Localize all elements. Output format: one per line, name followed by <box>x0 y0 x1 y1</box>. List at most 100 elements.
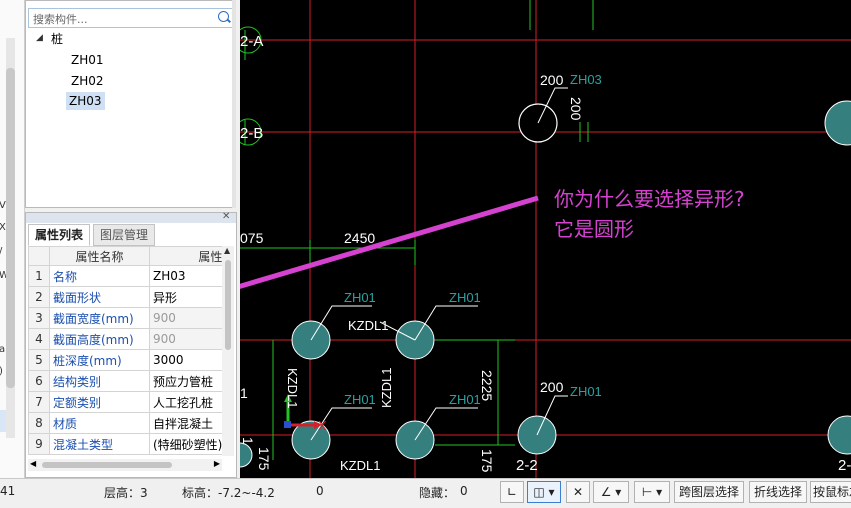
property-value[interactable]: 人工挖孔桩 <box>148 391 227 413</box>
row-index: 8 <box>28 412 50 434</box>
beam-label-kzdl1: KZDL1 <box>340 458 380 473</box>
property-horizontal-scrollbar[interactable]: ◀ ▶ <box>28 459 222 471</box>
elevation: 标高：-7.2~-4.2 <box>182 486 275 500</box>
row-index: 6 <box>28 370 50 392</box>
coordinate-readout: 41 <box>0 484 16 498</box>
dim-075: 075 <box>240 230 264 246</box>
close-icon[interactable]: ✕ <box>222 211 230 222</box>
property-vertical-scrollbar[interactable]: ▲ <box>222 246 234 456</box>
row-index: 1 <box>28 265 50 287</box>
tree-item-zh01[interactable]: ZH01 <box>68 51 107 69</box>
tab-property-list[interactable]: 属性列表 <box>28 224 91 246</box>
property-panel-header[interactable] <box>26 213 236 223</box>
table-row[interactable]: 5 桩深度(mm) 3000 <box>28 349 227 371</box>
property-name: 截面宽度(mm) <box>49 307 150 329</box>
leader-lines <box>310 87 568 441</box>
search-input[interactable] <box>31 10 215 28</box>
property-value[interactable]: (特细砂塑性) <box>148 433 227 455</box>
side-letter: a <box>0 344 6 355</box>
pile-label-zh01: ZH01 <box>449 392 481 407</box>
row-index: 3 <box>28 307 50 329</box>
dynamic-input-icon[interactable]: ⊢ ▾ <box>634 481 670 503</box>
row-index: 2 <box>28 286 50 308</box>
table-row[interactable]: 3 截面宽度(mm) 900 <box>28 307 227 329</box>
table-header-row: 属性名称 属性 <box>28 246 227 266</box>
index-header <box>28 246 50 266</box>
table-row[interactable]: 6 结构类别 预应力管桩 <box>28 370 227 392</box>
dim-175-left: 175 <box>256 447 272 471</box>
axis-x-label: X <box>318 418 327 433</box>
property-name: 结构类别 <box>49 370 150 392</box>
scroll-thumb[interactable] <box>42 462 172 468</box>
table-row[interactable]: 2 截面形状 异形 <box>28 286 227 308</box>
ortho-mode-icon[interactable]: ∟ <box>500 481 524 503</box>
pile-label-zh01: ZH01 <box>344 290 376 305</box>
property-value[interactable]: ZH03 <box>148 265 227 287</box>
polyline-select-button[interactable]: 折线选择 <box>749 481 807 503</box>
dim-200-lower: 200 <box>540 379 564 395</box>
floor-height: 层高：3 <box>104 486 148 500</box>
property-name: 材质 <box>49 412 150 434</box>
property-value[interactable]: 自拌混凝土 <box>148 412 227 434</box>
property-name: 名称 <box>49 265 150 287</box>
collapse-arrow-icon[interactable]: ◢ <box>36 33 43 43</box>
dim-2225: 2225 <box>479 370 495 401</box>
side-letter: V <box>0 200 6 211</box>
table-row[interactable]: 7 定额类别 人工挖孔桩 <box>28 391 227 413</box>
left-selection-marker <box>0 410 6 432</box>
scroll-left-icon[interactable]: ◀ <box>30 459 36 468</box>
pile-group <box>240 100 851 468</box>
property-name: 定额类别 <box>49 391 150 413</box>
table-row[interactable]: 8 材质 自拌混凝土 <box>28 412 227 434</box>
pile-label-zh01: ZH01 <box>344 392 376 407</box>
pile-left-edge <box>240 442 253 468</box>
property-value[interactable]: 预应力管桩 <box>148 370 227 392</box>
dim-200: 200 <box>540 72 564 88</box>
scroll-thumb[interactable] <box>225 260 231 350</box>
search-box[interactable] <box>28 8 234 28</box>
hidden-count: 0 <box>460 484 468 498</box>
cross-layer-select-button[interactable]: 跨图层选择 <box>674 481 744 503</box>
row-index: 9 <box>28 433 50 455</box>
column-header-name: 属性名称 <box>49 246 150 266</box>
dim-175: 175 <box>479 449 495 473</box>
cross-select-icon[interactable]: ✕ <box>566 481 590 503</box>
beam-label-kzdl1-vertical: KZDL1 <box>379 368 394 408</box>
beam-label-kzdl1-left: KZDL1 <box>285 368 300 408</box>
grid-label-2a: 2-A <box>240 33 263 50</box>
tree-root-pile[interactable]: 桩 <box>48 30 66 48</box>
scroll-up-icon[interactable]: ▲ <box>224 246 230 255</box>
tree-item-zh02[interactable]: ZH02 <box>68 72 107 90</box>
pile-label-zh01: ZH01 <box>570 384 602 399</box>
scroll-right-icon[interactable]: ▶ <box>214 459 220 468</box>
grid-label-2-2: 2-2 <box>516 457 538 474</box>
status-zero: 0 <box>316 484 324 498</box>
column-header-value: 属性 <box>148 246 227 266</box>
property-table: 属性名称 属性 1 名称 ZH03 2 截面形状 异形 3 截面宽度(mm) 9… <box>28 246 227 455</box>
annotation-line-1: 你为什么要选择异形? <box>554 187 745 211</box>
side-letter: ) <box>0 366 3 377</box>
object-snap-icon[interactable]: ◫ ▾ <box>527 481 561 503</box>
annotation-line-2: 它是圆形 <box>554 217 634 241</box>
cad-canvas[interactable]: 2-A 2-B 2-2 2- 2450 075 2225 175 175 200… <box>240 0 851 478</box>
tree-item-zh03[interactable]: ZH03 <box>66 92 105 110</box>
table-row[interactable]: 4 截面高度(mm) 900 <box>28 328 227 350</box>
tab-layer-management[interactable]: 图层管理 <box>93 224 156 246</box>
hidden-label: 隐藏： <box>419 486 456 500</box>
side-letter: / <box>0 246 2 257</box>
table-row[interactable]: 9 混凝土类型 (特细砂塑性) <box>28 433 227 455</box>
pile-label-zh01: ZH01 <box>449 290 481 305</box>
mouse-mode-button[interactable]: 按鼠标左 <box>810 481 851 503</box>
dim-1: 1 <box>240 385 248 401</box>
table-row[interactable]: 1 名称 ZH03 <box>28 265 227 287</box>
left-scrollbar[interactable] <box>6 38 15 438</box>
angle-snap-icon[interactable]: ∠ ▾ <box>593 481 629 503</box>
property-name: 混凝土类型 <box>49 433 150 455</box>
side-letter: X <box>0 222 6 233</box>
search-icon[interactable] <box>218 11 229 22</box>
row-index: 7 <box>28 391 50 413</box>
property-value[interactable]: 3000 <box>148 349 227 371</box>
property-value[interactable]: 异形 <box>148 286 227 308</box>
scroll-thumb[interactable] <box>6 68 15 388</box>
pile-right-edge <box>827 415 851 455</box>
